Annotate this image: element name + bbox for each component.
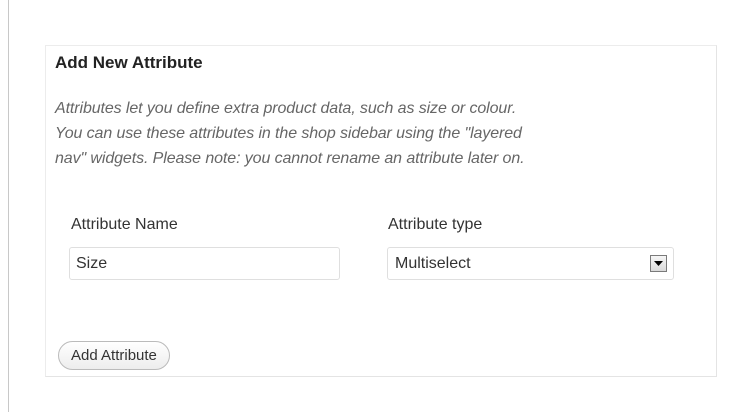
description-line: You can use these attributes in the shop… [55, 125, 522, 142]
attribute-name-input[interactable] [69, 247, 340, 280]
description-line: nav" widgets. Please note: you cannot re… [55, 150, 525, 167]
chevron-down-icon[interactable] [650, 255, 667, 272]
attribute-type-value: Multiselect [395, 255, 471, 272]
attribute-type-label: Attribute type [388, 216, 483, 233]
add-attribute-button[interactable]: Add Attribute [58, 341, 170, 370]
left-divider [8, 0, 9, 412]
attribute-type-select[interactable]: Multiselect [387, 247, 674, 280]
panel-description: Attributes let you define extra product … [55, 96, 725, 171]
description-line: Attributes let you define extra product … [55, 100, 517, 117]
add-attribute-panel: Add New Attribute Attributes let you def… [45, 45, 717, 377]
panel-title: Add New Attribute [55, 53, 203, 72]
attribute-name-label: Attribute Name [71, 216, 178, 233]
page: Add New Attribute Attributes let you def… [0, 0, 741, 412]
